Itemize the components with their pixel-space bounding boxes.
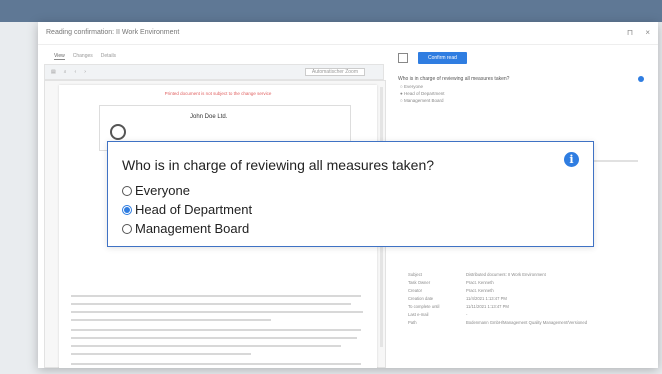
sidebar-toggle-icon[interactable]: ▤ (51, 69, 56, 75)
zoom-select[interactable]: Automatischer Zoom (304, 68, 365, 76)
meta-key: Path (408, 320, 417, 325)
info-icon[interactable] (638, 76, 644, 82)
info-icon[interactable]: i (564, 152, 579, 167)
meta-value: - (466, 312, 468, 317)
meta-key: To complete until (408, 304, 440, 309)
viewer-toolbar: ▤ ⌕ ‹ › Automatischer Zoom (44, 64, 384, 80)
meta-value: 11/4/2021 1:13:47 PM (466, 296, 507, 301)
window-title-bar: Reading confirmation: II Work Environmen… (38, 22, 658, 45)
question-text: Who is in charge of reviewing all measur… (122, 157, 435, 173)
maximize-icon[interactable]: ⊓ (627, 28, 633, 37)
meta-value: 11/11/2021 1:13:47 PM (466, 304, 509, 309)
meta-value: Distributed document: II Work Environmen… (466, 272, 546, 277)
window-title: Reading confirmation: II Work Environmen… (46, 29, 180, 36)
task-metadata: Subject Distributed document: II Work Env… (408, 272, 648, 328)
viewer-tabs: View Changes Details (44, 48, 384, 64)
meta-key: Subject (408, 272, 422, 277)
panel-option-label: Head of Department (403, 91, 445, 96)
meta-value: Pract. Kenneth (466, 288, 494, 293)
panel-option-head-of-department[interactable]: ● Head of Department (388, 91, 652, 96)
company-name: John Doe Ltd. (190, 114, 228, 120)
option-head-of-department[interactable]: Head of Department (122, 202, 252, 217)
panel-option-label: Management Board (403, 98, 444, 103)
copy-icon[interactable] (398, 53, 408, 63)
desktop-top-bar (0, 0, 662, 22)
prev-page-icon[interactable]: ‹ (75, 69, 77, 75)
option-label-head-of-department: Head of Department (135, 202, 253, 217)
option-management-board[interactable]: Management Board (122, 221, 249, 236)
option-label-management-board: Management Board (135, 221, 250, 236)
page-notice: Printed document is not subject to the c… (164, 91, 272, 96)
meta-value: Pract. Kenneth (466, 280, 494, 285)
option-everyone[interactable]: Everyone (122, 183, 190, 198)
meta-key: Creation date (408, 296, 434, 301)
search-icon[interactable]: ⌕ (64, 69, 67, 75)
tab-details[interactable]: Details (101, 53, 116, 59)
meta-key: Last e-mail (408, 312, 429, 317)
meta-value: Bodenmann GmbH/Management Quality Manage… (466, 320, 588, 325)
confirm-read-button[interactable]: Confirm read (418, 52, 467, 64)
panel-option-management-board[interactable]: ○ Management Board (388, 98, 652, 103)
meta-key: Creator (408, 288, 422, 293)
option-label-everyone: Everyone (135, 183, 190, 198)
panel-option-everyone[interactable]: ○ Everyone (388, 84, 652, 89)
panel-question-text: Who is in charge of reviewing all measur… (398, 76, 510, 82)
close-icon[interactable]: × (645, 28, 650, 37)
tab-changes[interactable]: Changes (73, 53, 93, 59)
meta-key: Task Owner (408, 280, 431, 285)
question-callout: Who is in charge of reviewing all measur… (107, 141, 594, 247)
radio-head-of-department[interactable] (122, 204, 132, 215)
radio-everyone[interactable] (122, 185, 132, 196)
tab-view[interactable]: View (54, 53, 65, 60)
panel-question: Who is in charge of reviewing all measur… (388, 76, 652, 82)
next-page-icon[interactable]: › (84, 69, 86, 75)
radio-management-board[interactable] (122, 223, 132, 234)
panel-option-label: Everyone (403, 84, 423, 89)
company-logo-icon (110, 124, 126, 140)
